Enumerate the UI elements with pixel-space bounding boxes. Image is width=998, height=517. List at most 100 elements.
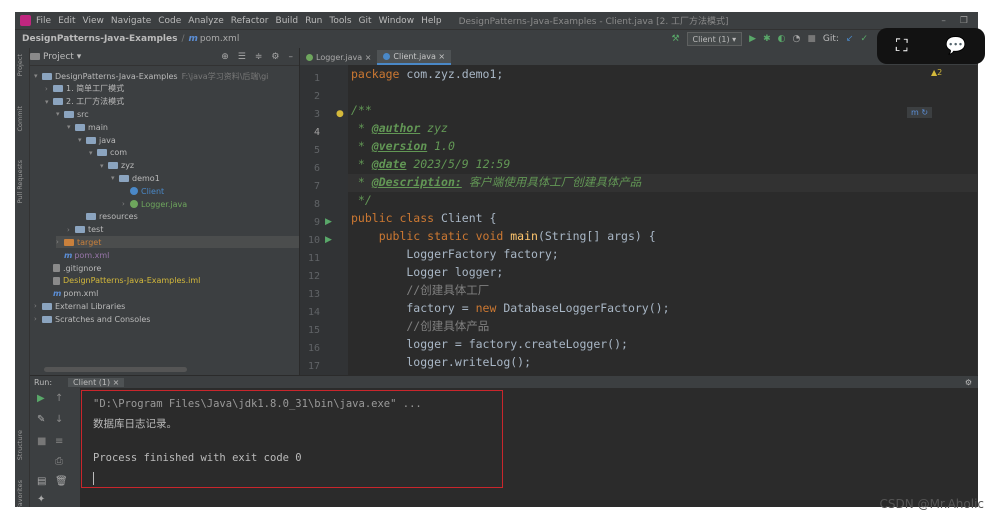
- tree-item[interactable]: ▾ main: [67, 121, 299, 133]
- vertical-scrollbar[interactable]: [977, 48, 978, 375]
- hide-icon[interactable]: –: [289, 52, 294, 62]
- menu-analyze[interactable]: Analyze: [188, 16, 223, 26]
- build-hammer-icon[interactable]: ⚒: [671, 34, 679, 44]
- tree-item[interactable]: m pom.xml: [56, 249, 299, 261]
- tree-expander-icon[interactable]: ▾: [56, 110, 64, 118]
- down-icon[interactable]: ↓: [55, 414, 63, 425]
- tree-expander-icon[interactable]: ▾: [78, 136, 86, 144]
- menu-tools[interactable]: Tools: [329, 16, 351, 26]
- menu-navigate[interactable]: Navigate: [111, 16, 151, 26]
- tree-item[interactable]: ▾ DesignPatterns-Java-Examples F:\java学习资料…: [34, 70, 299, 82]
- breadcrumb-project[interactable]: DesignPatterns-Java-Examples: [22, 34, 177, 44]
- menu-code[interactable]: Code: [158, 16, 181, 26]
- structure-tool-tab[interactable]: Structure: [16, 430, 28, 460]
- tree-item[interactable]: › Logger.java: [122, 198, 299, 210]
- maven-icon: m: [188, 34, 198, 44]
- expand-icon[interactable]: ⛶: [896, 36, 908, 56]
- maximize-icon[interactable]: ❐: [960, 16, 968, 26]
- git-commit-icon[interactable]: ✓: [860, 34, 868, 44]
- tree-item[interactable]: ▾ demo1: [111, 172, 299, 184]
- commit-tool-tab[interactable]: Commit: [16, 106, 28, 132]
- tree-item[interactable]: › 1. 简单工厂模式: [45, 83, 299, 95]
- menu-edit[interactable]: Edit: [58, 16, 75, 26]
- tree-item[interactable]: .gitignore: [45, 262, 299, 274]
- project-tool-tab[interactable]: Project: [16, 54, 28, 76]
- trash-icon[interactable]: 🗑: [55, 476, 68, 487]
- gear-icon[interactable]: ⚙: [965, 378, 972, 387]
- tree-item[interactable]: Client: [122, 185, 299, 197]
- stop-icon[interactable]: ■: [807, 34, 816, 44]
- run-config-select[interactable]: Client (1) ▾: [686, 32, 743, 46]
- tree-expander-icon[interactable]: ▾: [34, 72, 42, 80]
- menu-refactor[interactable]: Refactor: [231, 16, 269, 26]
- minimize-icon[interactable]: –: [941, 16, 946, 26]
- tree-item[interactable]: m pom.xml: [45, 288, 299, 300]
- coverage-icon[interactable]: ◐: [778, 34, 786, 44]
- project-view-icon: [30, 53, 40, 60]
- gear-icon[interactable]: ⚙: [271, 52, 279, 62]
- project-view-select[interactable]: Project: [43, 52, 74, 62]
- tree-expander-icon[interactable]: ▾: [111, 174, 119, 182]
- comment-icon[interactable]: 💬: [945, 36, 966, 56]
- tree-item[interactable]: › test: [67, 224, 299, 236]
- rerun-icon[interactable]: ▶: [37, 393, 45, 404]
- tree-expander-icon[interactable]: ▾: [89, 149, 97, 157]
- tree-item-label: demo1: [132, 173, 160, 183]
- chevron-down-icon[interactable]: ▾: [77, 52, 82, 62]
- tree-expander-icon[interactable]: ›: [67, 226, 75, 234]
- tree-item[interactable]: ▾ java: [78, 134, 299, 146]
- inspection-indicator[interactable]: ▲2: [931, 68, 942, 77]
- tree-item[interactable]: DesignPatterns-Java-Examples.iml: [45, 275, 299, 287]
- favorites-tool-tab[interactable]: Favorites: [16, 480, 28, 507]
- tree-item[interactable]: ▾ com: [89, 147, 299, 159]
- layout-icon[interactable]: ▤: [37, 476, 46, 487]
- tab-logger-java[interactable]: Logger.java ×: [300, 50, 377, 65]
- run-class-gutter-icon[interactable]: ▶: [325, 217, 332, 227]
- run-main-gutter-icon[interactable]: ▶: [325, 235, 332, 245]
- wrench-icon[interactable]: ✎: [37, 414, 45, 425]
- expand-all-icon[interactable]: ☰: [238, 52, 246, 62]
- debug-icon[interactable]: ✱: [763, 34, 771, 44]
- tree-item[interactable]: resources: [78, 211, 299, 223]
- menu-run[interactable]: Run: [305, 16, 322, 26]
- git-update-icon[interactable]: ↙: [846, 34, 854, 44]
- up-icon[interactable]: ↑: [55, 393, 63, 404]
- git-label: Git:: [822, 34, 839, 44]
- tree-item[interactable]: › Scratches and Consoles: [34, 313, 299, 325]
- tree-expander-icon[interactable]: ›: [122, 200, 130, 208]
- tree-expander-icon[interactable]: ▾: [100, 162, 108, 170]
- stop-icon[interactable]: ■: [37, 436, 46, 447]
- tree-expander-icon[interactable]: ›: [34, 315, 42, 323]
- tree-expander-icon[interactable]: ▾: [45, 98, 53, 106]
- tree-expander-icon[interactable]: ›: [45, 85, 53, 93]
- tree-item[interactable]: ▾ 2. 工厂方法模式: [45, 96, 299, 108]
- profile-icon[interactable]: ◔: [792, 34, 800, 44]
- print-icon[interactable]: ⎙: [55, 456, 63, 467]
- tree-item[interactable]: › External Libraries: [34, 300, 299, 312]
- soft-wrap-icon[interactable]: ≡: [55, 436, 63, 447]
- horizontal-scrollbar[interactable]: [44, 367, 187, 372]
- tree-item[interactable]: ▾ src: [56, 108, 299, 120]
- pull-requests-tool-tab[interactable]: Pull Requests: [16, 160, 28, 203]
- tab-client-java[interactable]: Client.java ×: [377, 50, 452, 65]
- lightbulb-icon[interactable]: ●: [336, 109, 344, 119]
- breadcrumb-file[interactable]: pom.xml: [200, 34, 239, 44]
- menu-view[interactable]: View: [83, 16, 104, 26]
- menu-window[interactable]: Window: [379, 16, 415, 26]
- pin-icon[interactable]: ✦: [37, 494, 45, 505]
- run-tab-client[interactable]: Client (1) ×: [68, 377, 125, 387]
- locate-icon[interactable]: ⊕: [221, 52, 229, 62]
- tree-item[interactable]: ▾ zyz: [100, 160, 299, 172]
- code-token: 2023/5/9 12:59: [406, 157, 511, 171]
- menu-help[interactable]: Help: [421, 16, 442, 26]
- tree-expander-icon[interactable]: ›: [34, 302, 42, 310]
- menu-build[interactable]: Build: [276, 16, 299, 26]
- maven-reload-icon[interactable]: m ↻: [907, 107, 933, 118]
- tree-expander-icon[interactable]: ▾: [67, 123, 75, 131]
- tree-expander-icon[interactable]: ›: [56, 238, 64, 246]
- menu-file[interactable]: File: [36, 16, 51, 26]
- tree-item[interactable]: › target: [56, 236, 299, 249]
- menu-git[interactable]: Git: [359, 16, 372, 26]
- run-icon[interactable]: ▶: [749, 34, 756, 44]
- collapse-all-icon[interactable]: ≑: [255, 52, 263, 62]
